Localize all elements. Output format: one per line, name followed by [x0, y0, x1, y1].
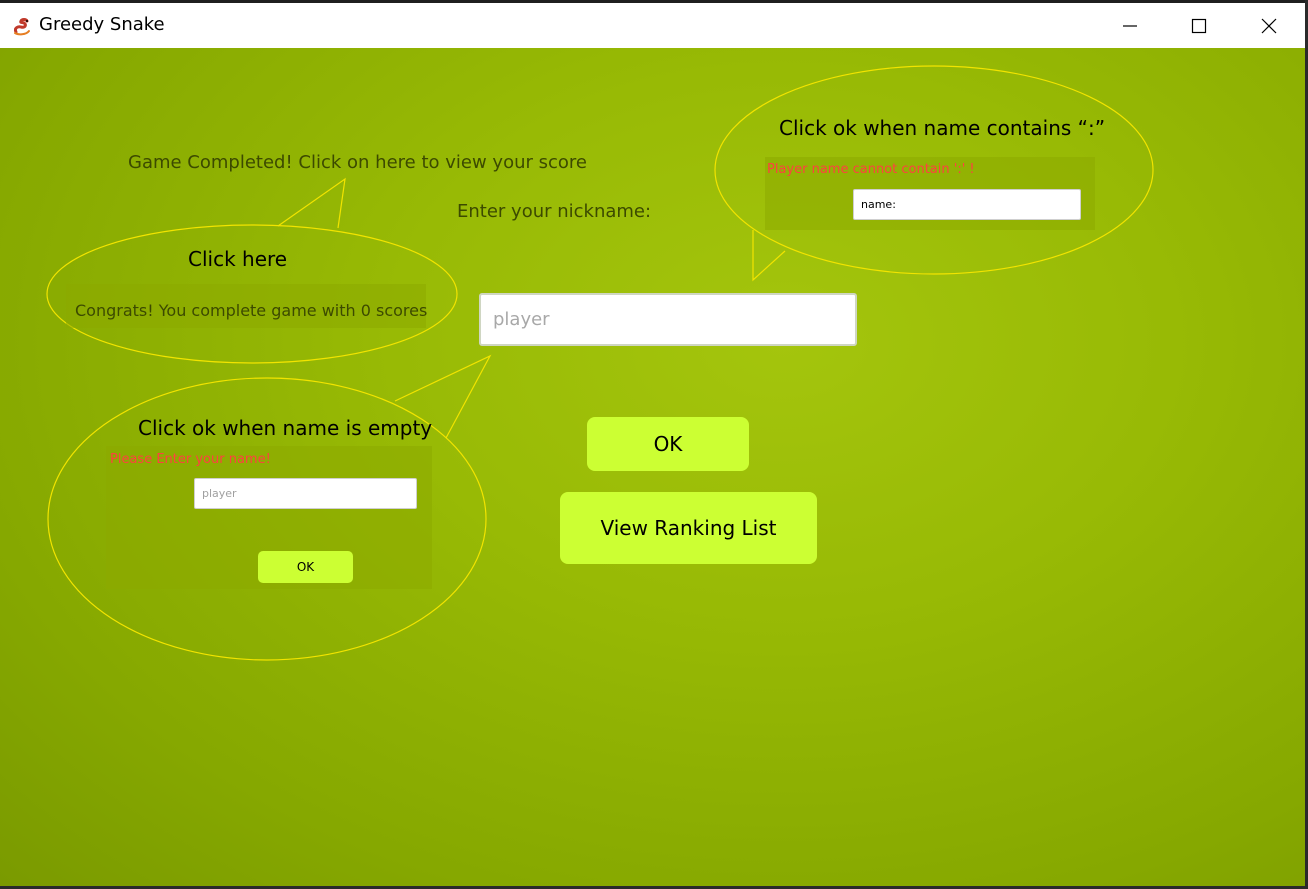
snake-icon	[14, 18, 30, 36]
minimize-button[interactable]	[1095, 3, 1165, 48]
callout-tail-colon-name	[752, 230, 786, 282]
maximize-button[interactable]	[1164, 3, 1234, 48]
callout-title-colon-name: Click ok when name contains “:”	[779, 116, 1106, 140]
maximize-icon	[1191, 18, 1207, 33]
title-bar: Greedy Snake	[0, 3, 1305, 48]
nickname-placeholder: player	[493, 309, 550, 330]
score-message: Congrats! You complete game with 0 score…	[75, 301, 428, 320]
nickname-input[interactable]: player	[479, 293, 857, 346]
colon-name-value: name:	[861, 198, 896, 211]
empty-name-ok-preview: OK	[258, 551, 353, 583]
callout-title-click-here: Click here	[188, 247, 288, 271]
view-ranking-button[interactable]: View Ranking List	[560, 492, 817, 564]
game-window: Greedy Snake Game Completed! Click on he…	[0, 3, 1305, 886]
close-button[interactable]	[1234, 3, 1304, 48]
game-content: Game Completed! Click on here to view yo…	[0, 48, 1305, 886]
window-title: Greedy Snake	[39, 14, 165, 35]
empty-name-placeholder: player	[202, 487, 237, 500]
colon-name-input-preview: name:	[853, 189, 1081, 220]
empty-name-input-preview: player	[194, 478, 417, 509]
minimize-icon	[1123, 24, 1137, 27]
close-icon	[1261, 18, 1277, 33]
callout-title-empty-name: Click ok when name is empty	[138, 416, 433, 440]
nickname-label: Enter your nickname:	[457, 201, 652, 222]
empty-name-error: Please Enter your name!	[110, 452, 271, 467]
callout-tail-click-here	[277, 177, 346, 229]
colon-name-error: Player name cannot contain ':' !	[767, 162, 975, 177]
ok-button[interactable]: OK	[587, 417, 749, 471]
game-completed-link[interactable]: Game Completed! Click on here to view yo…	[128, 152, 587, 173]
